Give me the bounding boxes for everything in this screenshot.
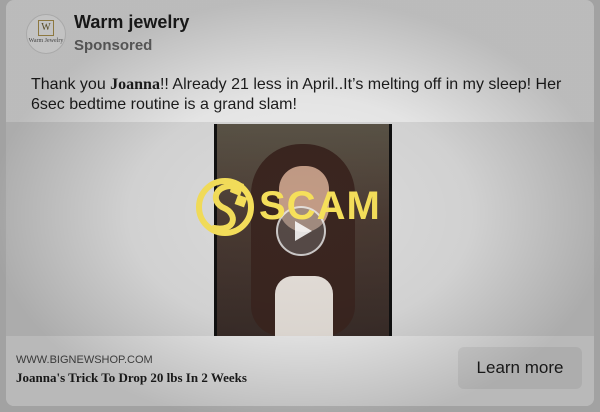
thumbnail-clothing [275, 276, 333, 336]
scam-shield-icon [196, 178, 254, 236]
post-text-start: Thank you [31, 76, 111, 93]
avatar-brand-text: Warm Jewelry [28, 38, 64, 44]
advertiser-name[interactable]: Warm jewelry [74, 12, 189, 33]
post-text-name: Joanna [110, 76, 160, 93]
sponsored-post-card: W Warm Jewelry Warm jewelry Sponsored Th… [6, 0, 594, 406]
sponsored-label[interactable]: Sponsored [74, 37, 152, 54]
post-text: Thank you Joanna!! Already 21 less in Ap… [31, 75, 581, 115]
advertiser-avatar[interactable]: W Warm Jewelry [26, 14, 66, 54]
learn-more-button[interactable]: Learn more [458, 347, 582, 389]
link-domain[interactable]: WWW.BIGNEWSHOP.COM [16, 354, 153, 366]
post-header: W Warm Jewelry Warm jewelry Sponsored [6, 0, 594, 70]
scam-badge-text: SCAM [259, 184, 381, 228]
link-preview[interactable]: WWW.BIGNEWSHOP.COM Joanna's Trick To Dro… [6, 336, 594, 406]
link-headline[interactable]: Joanna's Trick To Drop 20 lbs In 2 Weeks [16, 370, 247, 386]
avatar-monogram: W [38, 20, 54, 36]
